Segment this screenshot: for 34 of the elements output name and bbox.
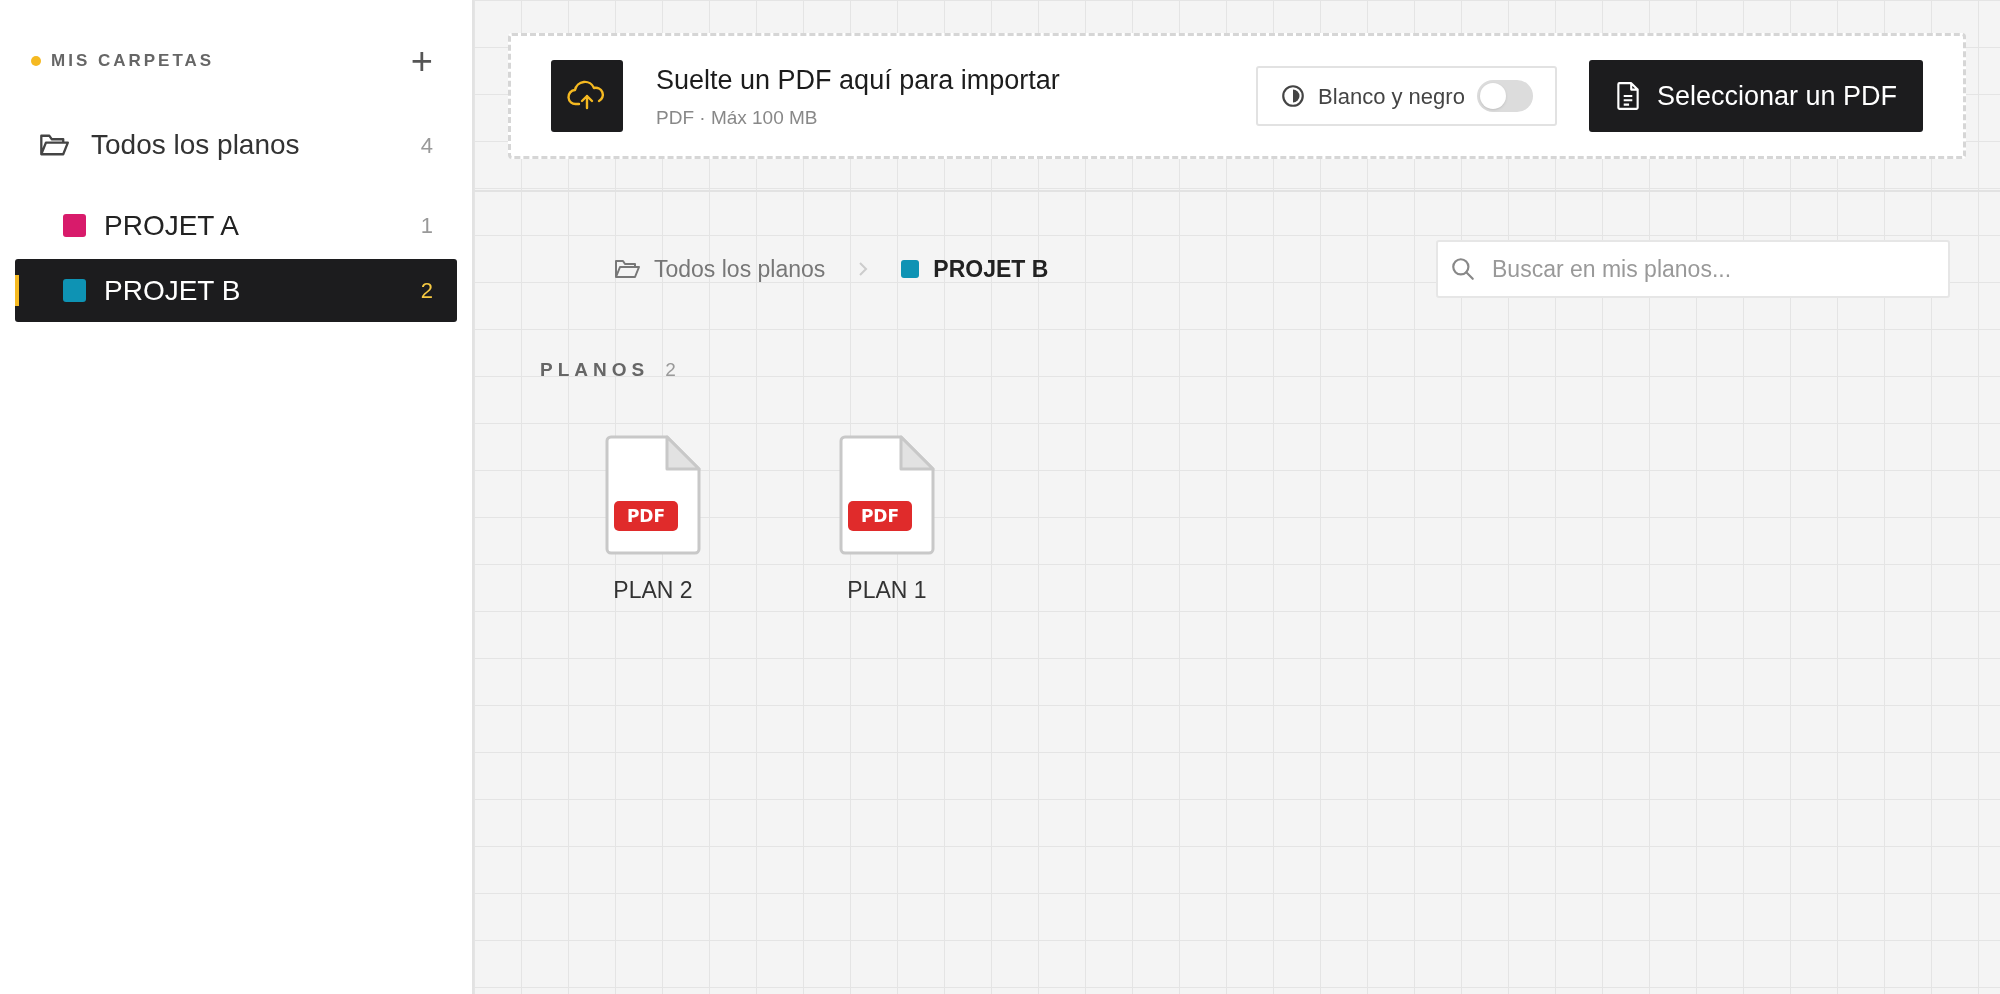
- chevron-right-icon: [857, 261, 870, 277]
- file-name[interactable]: PLAN 1: [847, 572, 927, 607]
- select-pdf-button[interactable]: Seleccionar un PDF: [1588, 60, 1923, 132]
- drop-zone[interactable]: Suelte un PDF aquí para importar PDF · Máx 100 MB Blanco y negro Seleccionar un PDF: [508, 33, 1966, 159]
- search-icon: [1450, 256, 1476, 282]
- folder-item[interactable]: PROJET B 2: [15, 259, 457, 322]
- folder-label: PROJET A: [104, 208, 239, 243]
- breadcrumb-link[interactable]: Todos los planos: [654, 251, 826, 287]
- drop-title: Suelte un PDF aquí para importar: [656, 63, 1060, 97]
- folder-item[interactable]: PROJET A 1: [15, 194, 457, 257]
- breadcrumb-current: PROJET B: [933, 254, 1049, 284]
- section-title: PLANOS: [540, 358, 650, 382]
- item-count: 2: [420, 277, 433, 305]
- toggle-control[interactable]: Blanco y negro: [1256, 66, 1557, 126]
- section-count: 2: [665, 358, 676, 382]
- contrast-icon: [1280, 83, 1307, 109]
- item-count: 1: [420, 212, 433, 240]
- document-icon: [1614, 81, 1641, 111]
- pdf-file-icon[interactable]: PDF: [839, 434, 935, 555]
- folder-label: PROJET B: [104, 273, 241, 308]
- search-field[interactable]: Buscar en mis planos...: [1436, 240, 1950, 298]
- item-label: Todos los planos: [91, 128, 300, 162]
- file-name[interactable]: PLAN 2: [613, 572, 693, 607]
- pdf-file-icon[interactable]: PDF: [605, 434, 701, 555]
- drop-subtitle: PDF · Máx 100 MB: [656, 106, 819, 130]
- toggle-label: Blanco y negro: [1318, 82, 1465, 111]
- sidebar-item[interactable]: Todos los planos 4: [15, 120, 457, 170]
- folder-icon: [614, 258, 640, 280]
- item-count: 4: [420, 131, 433, 160]
- add-folder-button[interactable]: +: [410, 42, 433, 80]
- folder-icon: [39, 132, 69, 158]
- cloud-upload-icon: [551, 60, 623, 132]
- toggle-switch[interactable]: [1476, 80, 1533, 112]
- sidebar-title: MIS CARPETAS: [51, 50, 215, 73]
